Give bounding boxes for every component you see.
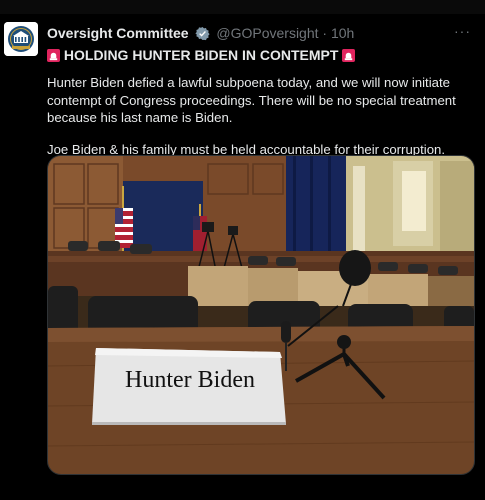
rotating-light-icon xyxy=(342,49,356,62)
tweet-header: Oversight Committee @GOPoversight · 10h xyxy=(47,23,447,43)
rotating-light-icon xyxy=(47,49,60,62)
hearing-room-photo xyxy=(48,156,474,474)
tweet-headline: HOLDING HUNTER BIDEN IN CONTEMPT xyxy=(47,45,356,65)
more-options-icon[interactable]: ··· xyxy=(454,23,471,39)
account-name[interactable]: Oversight Committee xyxy=(47,25,189,41)
tweet-paragraph-1: Hunter Biden defied a lawful subpoena to… xyxy=(47,75,456,125)
top-bar xyxy=(0,0,485,14)
headline-text: HOLDING HUNTER BIDEN IN CONTEMPT xyxy=(63,47,339,63)
nameplate-text: Hunter Biden xyxy=(125,367,255,393)
committee-seal-icon xyxy=(4,22,38,56)
post-time[interactable]: 10h xyxy=(331,25,354,41)
header-separator: · xyxy=(322,25,328,41)
avatar[interactable] xyxy=(4,22,38,56)
account-handle[interactable]: @GOPoversight xyxy=(216,25,318,41)
tweet-photo[interactable]: Hunter Biden xyxy=(47,155,475,475)
verified-badge-icon[interactable] xyxy=(195,26,211,41)
